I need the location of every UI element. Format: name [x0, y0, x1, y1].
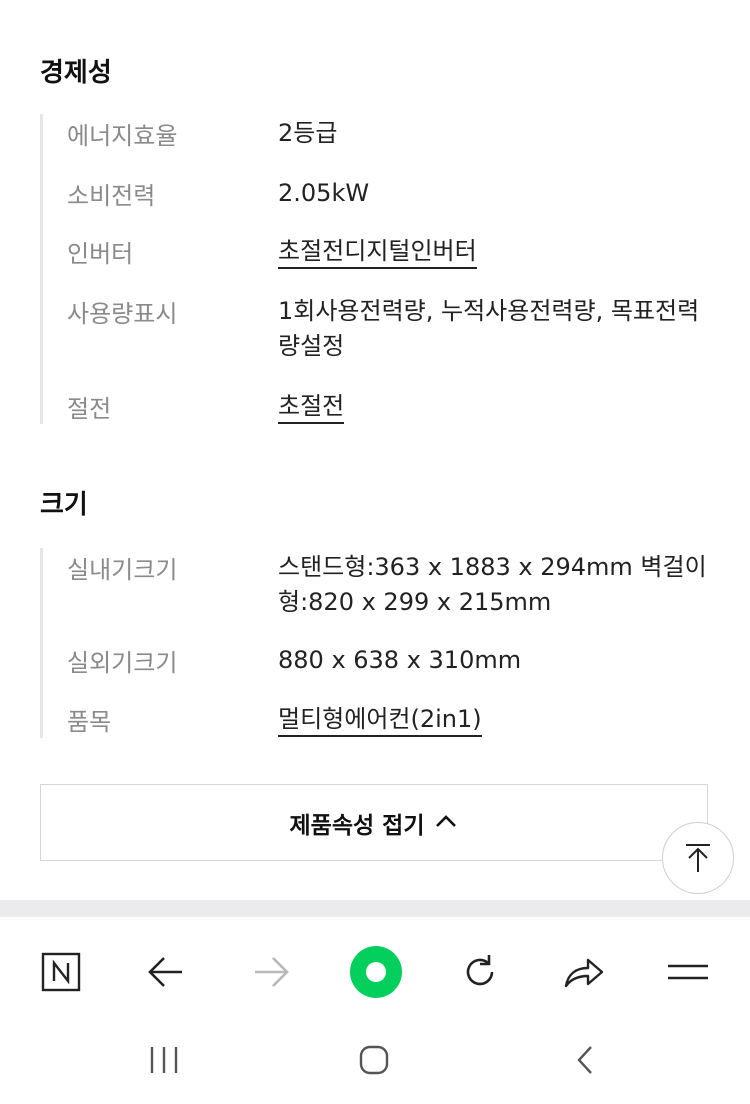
section-divider	[0, 900, 750, 917]
system-home-icon[interactable]	[349, 1040, 399, 1080]
forward-arrow-icon[interactable]	[243, 944, 299, 1000]
section-title-size: 크기	[40, 490, 88, 520]
back-arrow-icon[interactable]	[138, 944, 194, 1000]
collapse-button-label: 제품속성 접기	[289, 812, 425, 839]
green-circle-icon[interactable]	[348, 944, 404, 1000]
inverter-link[interactable]: 초절전디지털인버터	[278, 237, 477, 269]
spec-label: 품목	[67, 708, 112, 736]
spec-label: 사용량표시	[67, 300, 178, 328]
collapse-attributes-button[interactable]: 제품속성 접기	[40, 784, 708, 861]
recent-apps-icon[interactable]	[139, 1040, 189, 1080]
spec-value: 2.05kW	[278, 179, 370, 207]
spec-group-size: 실내기크기 스탠드형:363 x 1883 x 294mm 벽걸이형:820 x…	[40, 548, 713, 738]
share-icon[interactable]	[556, 944, 612, 1000]
menu-icon[interactable]	[660, 944, 716, 1000]
spec-label: 인버터	[67, 240, 134, 268]
spec-label: 실외기크기	[67, 649, 178, 677]
spec-value: 2등급	[278, 119, 338, 147]
spec-value: 1회사용전력량, 누적사용전력량, 목표전력량설정	[278, 297, 700, 360]
spec-value-link[interactable]: 멀티형에어컨(2in1)	[278, 702, 708, 737]
spec-group-economy: 에너지효율 2등급 소비전력 2.05kW 인버터 초절전디지털인버터 사용량표…	[40, 114, 713, 424]
chevron-up-icon	[434, 810, 458, 835]
section-title-economy: 경제성	[40, 58, 112, 88]
spec-value: 880 x 638 x 310mm	[278, 646, 522, 674]
browser-toolbar	[0, 917, 750, 1022]
system-nav-bar	[0, 1022, 750, 1104]
system-back-icon[interactable]	[560, 1040, 610, 1080]
spec-label: 에너지효율	[67, 122, 178, 150]
spec-label: 소비전력	[67, 182, 156, 210]
spec-label: 절전	[67, 395, 112, 423]
spec-value: 스탠드형:363 x 1883 x 294mm 벽걸이형:820 x 299 x…	[278, 553, 707, 616]
power-saving-link[interactable]: 초절전	[278, 392, 345, 424]
scroll-top-icon[interactable]	[662, 822, 734, 894]
spec-value-link[interactable]: 초절전디지털인버터	[278, 234, 708, 269]
spec-value-link[interactable]: 초절전	[278, 389, 708, 424]
reload-icon[interactable]	[452, 944, 508, 1000]
item-type-link[interactable]: 멀티형에어컨(2in1)	[278, 705, 482, 737]
spec-label: 실내기크기	[67, 556, 178, 584]
naver-n-icon[interactable]	[33, 944, 89, 1000]
